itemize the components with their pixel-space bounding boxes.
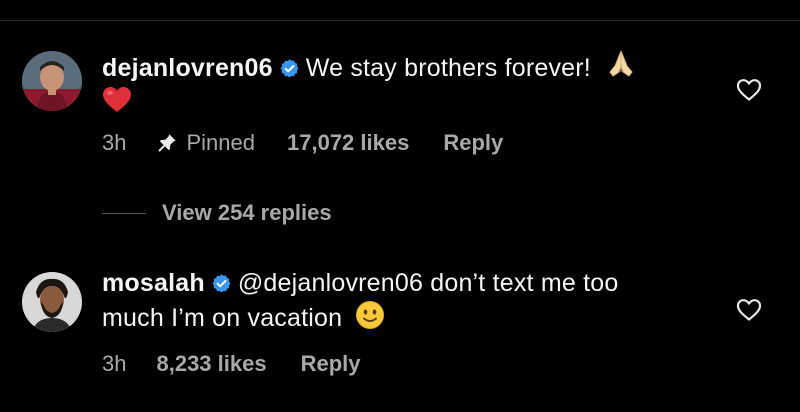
- like-button-heart-icon[interactable]: [736, 298, 762, 322]
- top-divider: [0, 20, 800, 21]
- comment-text-line-1: @dejanlovren06 don’t text me too: [237, 269, 619, 297]
- avatar[interactable]: [22, 51, 82, 111]
- verified-badge-icon: [279, 58, 300, 79]
- comment-text-line-2: much I’m on vacation: [102, 304, 343, 332]
- timestamp: 3h: [102, 351, 127, 377]
- pin-icon: [156, 132, 178, 154]
- username[interactable]: dejanlovren06: [102, 54, 273, 82]
- folded-hands-emoji: [606, 48, 636, 80]
- comment-body: dejanlovren06 We stay brothers forever!: [102, 48, 702, 119]
- comment-body: mosalah @dejanlovren06 don’t text me too …: [102, 266, 702, 335]
- likes-count[interactable]: 8,233 likes: [156, 351, 266, 377]
- comment-meta: 3h Pinned 17,072 likes Reply: [102, 129, 503, 156]
- comment-text: We stay brothers forever!: [305, 54, 591, 82]
- reply-button[interactable]: Reply: [443, 130, 503, 156]
- pinned-label: Pinned: [186, 130, 255, 156]
- replies-divider-line: [102, 212, 146, 214]
- avatar[interactable]: [22, 272, 82, 332]
- verified-badge-icon: [211, 273, 232, 294]
- view-replies-label: View 254 replies: [162, 200, 332, 225]
- comment-meta: 3h 8,233 likes Reply: [102, 350, 361, 377]
- red-heart-emoji: [102, 86, 132, 114]
- reply-button[interactable]: Reply: [301, 351, 361, 377]
- like-button-heart-icon[interactable]: [736, 78, 762, 102]
- slightly-smiling-face-emoji: [355, 300, 385, 330]
- likes-count[interactable]: 17,072 likes: [287, 130, 409, 156]
- view-replies-button[interactable]: View 254 replies: [102, 198, 332, 228]
- timestamp: 3h: [102, 130, 127, 156]
- username[interactable]: mosalah: [102, 269, 205, 297]
